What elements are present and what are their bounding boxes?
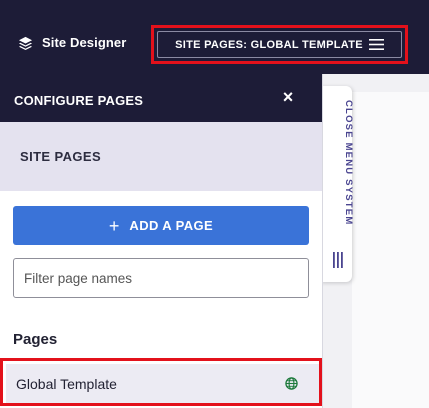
- filter-page-names-input[interactable]: [13, 258, 309, 298]
- page-row-highlight: Global Template: [0, 358, 322, 406]
- site-pages-section: SITE PAGES: [0, 122, 322, 191]
- add-page-label: ADD A PAGE: [129, 218, 214, 233]
- add-page-button[interactable]: + ADD A PAGE: [13, 206, 309, 245]
- plus-icon: +: [108, 215, 120, 236]
- globe-icon: [285, 377, 298, 390]
- brand-label: Site Designer: [42, 35, 127, 50]
- section-title: SITE PAGES: [20, 149, 102, 164]
- top-bar: Site Designer SITE PAGES: GLOBAL TEMPLAT…: [0, 0, 429, 74]
- pages-heading: Pages: [13, 331, 58, 348]
- canvas-sheet: [352, 92, 429, 408]
- hamburger-icon: [368, 39, 384, 50]
- vertical-bars-icon: [333, 252, 343, 268]
- page-list-item-global-template[interactable]: Global Template: [6, 364, 319, 403]
- configure-pages-panel: CONFIGURE PAGES × SITE PAGES + ADD A PAG…: [0, 74, 323, 408]
- close-menu-system-tab[interactable]: CLOSE MENU SYSTEM: [320, 86, 354, 282]
- layers-icon: [18, 36, 33, 50]
- close-menu-system-label: CLOSE MENU SYSTEM: [343, 100, 354, 226]
- site-pages-button[interactable]: SITE PAGES: GLOBAL TEMPLATE: [157, 31, 402, 58]
- panel-title: CONFIGURE PAGES: [14, 93, 144, 108]
- page-list-item-label: Global Template: [16, 375, 117, 392]
- brand[interactable]: Site Designer: [18, 35, 126, 50]
- close-icon[interactable]: ×: [279, 88, 297, 106]
- site-pages-button-highlight: SITE PAGES: GLOBAL TEMPLATE: [151, 25, 408, 64]
- panel-header: CONFIGURE PAGES ×: [0, 74, 322, 122]
- site-pages-button-label: SITE PAGES: GLOBAL TEMPLATE: [175, 38, 363, 51]
